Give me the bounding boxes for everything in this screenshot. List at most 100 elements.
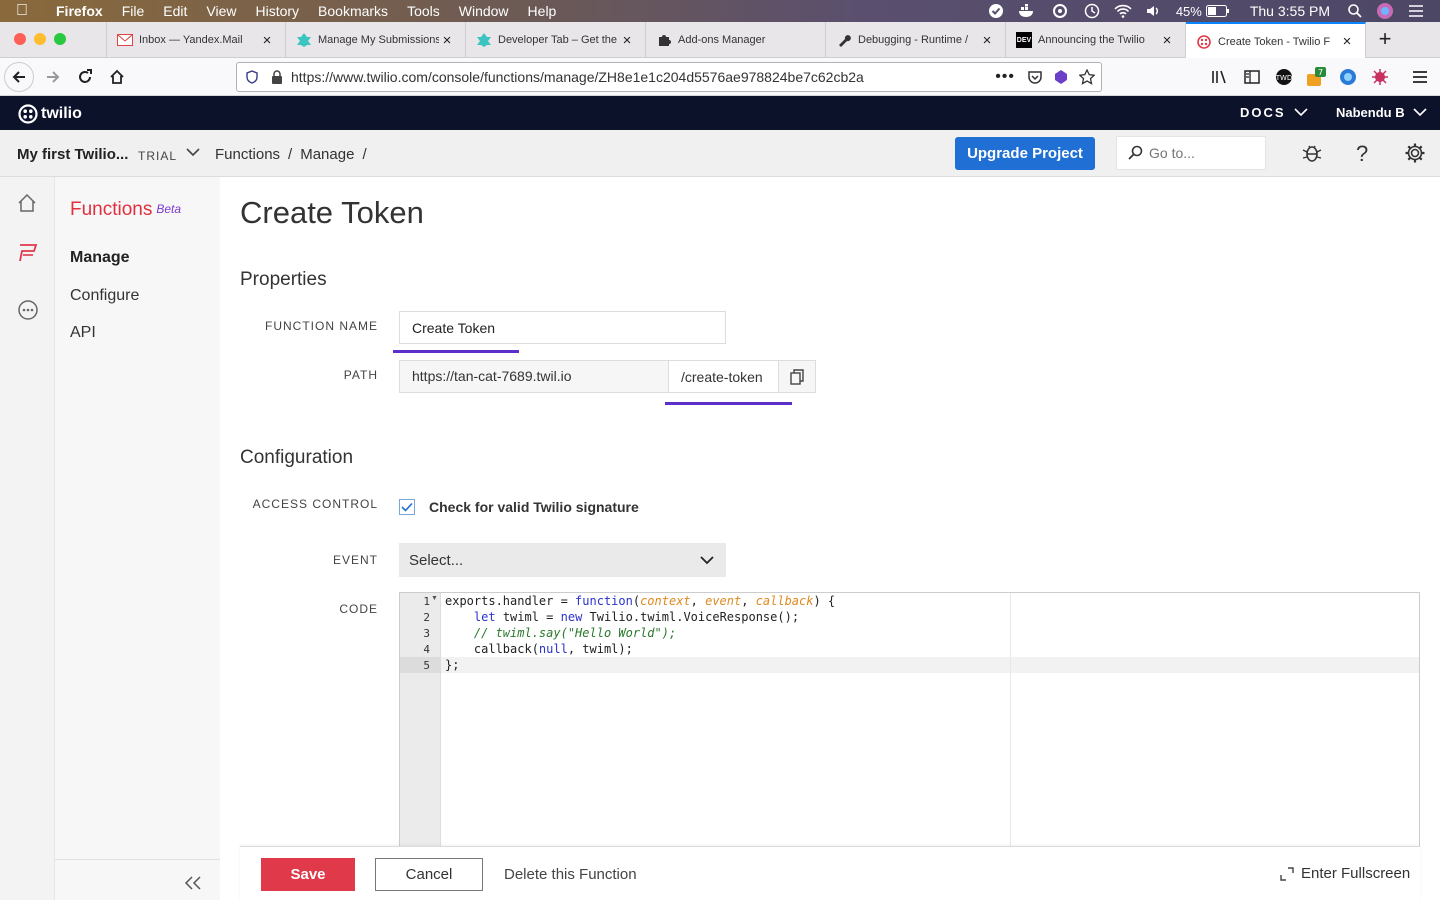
cancel-button[interactable]: Cancel <box>375 858 483 891</box>
function-name-input[interactable] <box>399 311 726 344</box>
subnav-item-api[interactable]: API <box>70 324 96 342</box>
goto-input[interactable] <box>1149 145 1249 161</box>
spotlight-icon[interactable] <box>1348 4 1362 18</box>
enter-fullscreen-button[interactable]: Enter Fullscreen <box>1280 865 1410 882</box>
menu-history[interactable]: History <box>255 3 299 19</box>
copy-path-button[interactable] <box>779 361 815 392</box>
tab-close-icon[interactable]: × <box>1339 33 1355 50</box>
subnav-item-configure[interactable]: Configure <box>70 287 139 305</box>
time-machine-icon[interactable] <box>1084 3 1100 19</box>
tab-manage-submissions[interactable]: Manage My Submissions × <box>286 22 466 58</box>
dev-icon <box>296 32 312 48</box>
pocket-icon[interactable] <box>1027 69 1043 85</box>
breadcrumb-functions[interactable]: Functions <box>215 146 280 163</box>
menu-bookmarks[interactable]: Bookmarks <box>318 3 388 19</box>
path-input[interactable] <box>669 361 779 392</box>
save-button[interactable]: Save <box>261 858 355 891</box>
wifi-icon[interactable] <box>1114 4 1132 18</box>
window-minimize-dot[interactable] <box>34 33 46 45</box>
tab-developer-tab[interactable]: Developer Tab – Get the × <box>466 22 646 58</box>
page-actions-icon[interactable]: ••• <box>995 68 1015 86</box>
goto-search[interactable] <box>1116 136 1266 170</box>
extension-dark-circle-icon[interactable]: TWD <box>1269 62 1299 92</box>
home-icon[interactable] <box>17 193 37 213</box>
extension-gem-icon[interactable] <box>1053 69 1069 85</box>
twilio-logo[interactable]: twilio <box>18 104 82 124</box>
battery-percent: 45% <box>1175 3 1202 19</box>
apple-icon[interactable]:  <box>16 0 38 22</box>
access-control-checkbox[interactable] <box>399 499 415 515</box>
notification-center-icon[interactable] <box>1408 4 1424 18</box>
code-line[interactable]: let twiml = new Twilio.twiml.VoiceRespon… <box>445 610 799 624</box>
siri-icon[interactable] <box>1376 2 1394 20</box>
code-line[interactable]: // twiml.say("Hello World"); <box>445 626 676 640</box>
gear-icon[interactable] <box>1404 142 1426 164</box>
url-text[interactable]: https://www.twilio.com/console/functions… <box>291 69 995 85</box>
forward-button[interactable] <box>38 62 68 92</box>
tracking-shield-icon[interactable] <box>245 70 259 84</box>
svg-text:TWD: TWD <box>1275 74 1292 82</box>
subnav-item-manage[interactable]: Manage <box>70 249 130 267</box>
event-label: EVENT <box>332 553 378 567</box>
project-bar: My first Twilio... TRIAL Functions / Man… <box>0 130 1440 177</box>
hamburger-menu-icon[interactable] <box>1405 62 1435 92</box>
delete-function-link[interactable]: Delete this Function <box>504 866 637 883</box>
code-line[interactable]: callback(null, twiml); <box>445 642 633 656</box>
tab-addons-manager[interactable]: Add-ons Manager <box>646 22 826 58</box>
reload-button[interactable] <box>70 62 100 92</box>
status-cloud-icon[interactable] <box>1050 4 1070 18</box>
menu-help[interactable]: Help <box>528 3 557 19</box>
help-icon[interactable]: ? <box>1356 141 1368 167</box>
volume-icon[interactable] <box>1146 4 1162 18</box>
menu-tools[interactable]: Tools <box>407 3 440 19</box>
sidebar-icon[interactable] <box>1237 62 1267 92</box>
battery-icon[interactable] <box>1205 5 1230 17</box>
fold-arrow-icon[interactable]: ▼ <box>431 595 438 602</box>
code-line[interactable]: exports.handler = function(context, even… <box>445 594 835 608</box>
tab-close-icon[interactable]: × <box>259 32 275 49</box>
debugger-bug-icon[interactable] <box>1302 142 1322 164</box>
menu-window[interactable]: Window <box>459 3 509 19</box>
tab-close-icon[interactable]: × <box>1159 32 1175 49</box>
tab-close-icon[interactable]: × <box>619 32 635 49</box>
tab-debugging-runtime[interactable]: Debugging - Runtime / × <box>826 22 1006 58</box>
extension-badge-icon[interactable]: 7 <box>1301 62 1331 92</box>
status-docker-icon[interactable] <box>1018 4 1036 18</box>
collapse-sidebar-button[interactable] <box>55 859 220 900</box>
menu-file[interactable]: File <box>122 3 145 19</box>
window-zoom-dot[interactable] <box>54 33 66 45</box>
lock-icon[interactable] <box>271 70 283 84</box>
tab-close-icon[interactable]: × <box>439 32 455 49</box>
library-icon[interactable] <box>1205 62 1235 92</box>
url-bar[interactable]: https://www.twilio.com/console/functions… <box>236 62 1102 92</box>
path-underline <box>665 402 792 405</box>
event-select[interactable]: Select... <box>399 543 726 577</box>
tab-create-token[interactable]: Create Token - Twilio F × <box>1186 22 1366 59</box>
more-icon[interactable] <box>17 299 39 321</box>
access-control-text[interactable]: Check for valid Twilio signature <box>429 499 639 515</box>
new-tab-plus-icon[interactable]: + <box>1370 22 1400 58</box>
project-chevron-down-icon[interactable] <box>186 148 200 157</box>
breadcrumb-manage[interactable]: Manage <box>300 146 354 163</box>
upgrade-project-button[interactable]: Upgrade Project <box>955 137 1095 170</box>
back-button[interactable] <box>4 62 34 92</box>
window-close-dot[interactable] <box>14 33 26 45</box>
menu-edit[interactable]: Edit <box>163 3 187 19</box>
code-line[interactable]: }; <box>445 658 459 672</box>
project-name[interactable]: My first Twilio... <box>17 146 128 163</box>
menu-view[interactable]: View <box>206 3 236 19</box>
status-check-icon[interactable] <box>988 3 1004 19</box>
user-menu[interactable]: Nabendu B <box>1336 105 1427 120</box>
docs-menu[interactable]: DOCS <box>1240 105 1308 120</box>
bookmark-star-icon[interactable] <box>1079 69 1095 85</box>
extension-bug-icon[interactable] <box>1365 62 1395 92</box>
tab-close-icon[interactable]: × <box>979 32 995 49</box>
code-editor[interactable]: 1 ▼ 2 3 4 5 exports.handler = function(c… <box>399 592 1420 852</box>
extension-globe-icon[interactable] <box>1333 62 1363 92</box>
tab-announcing-twilio[interactable]: DEV Announcing the Twilio × <box>1006 22 1186 58</box>
home-button[interactable] <box>102 62 132 92</box>
clock[interactable]: Thu 3:55 PM <box>1250 3 1330 19</box>
menu-app[interactable]: Firefox <box>56 3 103 19</box>
tab-yandex-mail[interactable]: Inbox — Yandex.Mail × <box>106 22 286 58</box>
functions-icon[interactable] <box>17 243 39 263</box>
